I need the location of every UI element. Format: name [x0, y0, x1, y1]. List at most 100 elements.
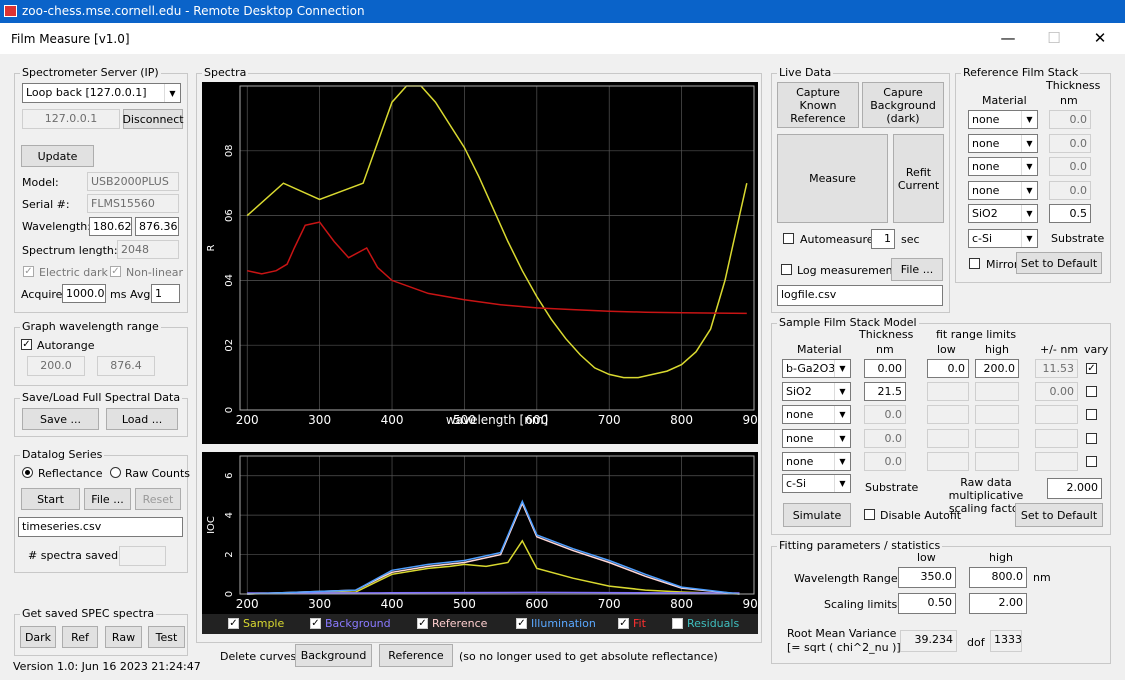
- raw-counts-radio[interactable]: [110, 467, 121, 478]
- mirror-checkbox[interactable]: [969, 258, 980, 269]
- sample-thickness-field[interactable]: 21.5: [864, 382, 906, 402]
- fit-low-field[interactable]: 0.0: [927, 359, 969, 378]
- spectra-saved-label: # spectra saved:: [28, 549, 122, 562]
- legend-item-residuals[interactable]: Residuals: [672, 617, 739, 630]
- residuals-checkbox[interactable]: [672, 618, 683, 629]
- ref-thickness-field[interactable]: 0.5: [1049, 204, 1091, 223]
- illumination-checkbox[interactable]: ✓: [516, 618, 527, 629]
- ref-material-select[interactable]: none ▼: [968, 157, 1038, 176]
- dark-button[interactable]: Dark: [20, 626, 56, 648]
- refit-current-button[interactable]: Refit Current: [893, 134, 944, 223]
- ref-material-select[interactable]: SiO2 ▼: [968, 204, 1038, 223]
- reset-button[interactable]: Reset: [135, 488, 181, 510]
- vary-checkbox[interactable]: ✓: [1086, 363, 1097, 374]
- reflectance-radio[interactable]: [22, 467, 33, 478]
- measure-button[interactable]: Measure: [777, 134, 888, 223]
- sample-checkbox[interactable]: ✓: [228, 618, 239, 629]
- autorange-checkbox[interactable]: ✓: [21, 339, 32, 350]
- spectrum-length-field: 2048: [117, 240, 179, 259]
- series-line: [247, 539, 740, 595]
- intensity-chart[interactable]: 200 300 400 500 600 700 800 900 0 2 4 6 IOC: [202, 452, 758, 614]
- log-file-button[interactable]: File ...: [891, 258, 943, 281]
- sample-substrate-value: c-Si: [786, 477, 807, 490]
- datalog-file-button[interactable]: File ...: [84, 488, 131, 510]
- sample-substrate-select[interactable]: c-Si ▼: [782, 474, 851, 493]
- sample-set-default-button[interactable]: Set to Default: [1015, 503, 1103, 527]
- legend-item-illumination[interactable]: ✓ Illumination: [516, 617, 596, 630]
- scale-high-field[interactable]: 2.00: [969, 593, 1027, 614]
- y-tick-label: 0: [224, 407, 235, 413]
- vary-checkbox[interactable]: [1086, 409, 1097, 421]
- fit-high-field: [975, 382, 1019, 402]
- acquire-field[interactable]: 1000.00: [62, 284, 106, 303]
- dof-label: dof: [967, 636, 985, 649]
- capture-known-reference-button[interactable]: Capture Known Reference: [777, 82, 859, 128]
- electric-dark-label: Electric dark: [39, 266, 108, 279]
- sample-material-select[interactable]: none ▼: [782, 405, 851, 425]
- electric-dark-checkbox[interactable]: ✓: [23, 266, 34, 277]
- avg-field[interactable]: 1: [151, 284, 180, 303]
- legend-item-background[interactable]: ✓ Background: [310, 617, 391, 630]
- vary-checkbox[interactable]: [1086, 455, 1097, 467]
- plot-frame: [239, 85, 755, 411]
- test-button[interactable]: Test: [148, 626, 185, 648]
- sample-material-header: Material: [797, 343, 842, 356]
- ref-material-select[interactable]: none ▼: [968, 180, 1038, 200]
- wl-min-field[interactable]: 180.62: [89, 217, 132, 236]
- save-button[interactable]: Save ...: [22, 408, 99, 430]
- wavelength-range-label: Wavelength Range: [794, 572, 898, 585]
- legend-item-sample[interactable]: ✓ Sample: [228, 617, 284, 630]
- log-measurements-checkbox[interactable]: [781, 264, 792, 275]
- sample-thickness-field[interactable]: 0.00: [864, 359, 906, 378]
- vary-checkbox[interactable]: [1086, 432, 1097, 444]
- update-button[interactable]: Update: [21, 145, 94, 167]
- delete-background-button[interactable]: Background: [295, 644, 372, 667]
- ref-material-value: none: [972, 183, 1000, 197]
- wl-high-field[interactable]: 800.0: [969, 567, 1027, 588]
- scaling-factor-field[interactable]: 2.000: [1047, 478, 1102, 499]
- ref-material-select[interactable]: none ▼: [968, 110, 1038, 129]
- non-linear-checkbox[interactable]: ✓: [110, 266, 121, 277]
- group-title: Live Data: [777, 66, 834, 79]
- ref-substrate-select[interactable]: c-Si ▼: [968, 229, 1038, 248]
- server-select[interactable]: Loop back [127.0.0.1] ▼: [22, 83, 181, 103]
- chevron-down-icon: ▼: [1021, 111, 1037, 128]
- timeseries-file-field[interactable]: timeseries.csv: [18, 517, 183, 537]
- sample-material-select[interactable]: none ▼: [782, 428, 851, 448]
- sample-material-select[interactable]: SiO2 ▼: [782, 382, 851, 402]
- background-checkbox[interactable]: ✓: [310, 618, 321, 629]
- scale-low-field[interactable]: 0.50: [898, 593, 956, 614]
- serial-label: Serial #:: [22, 198, 70, 211]
- automeasure-interval-field[interactable]: 1: [871, 229, 895, 249]
- fit-checkbox[interactable]: ✓: [618, 618, 629, 629]
- wl-max-field[interactable]: 876.36: [135, 217, 179, 236]
- delete-reference-button[interactable]: Reference: [379, 644, 453, 667]
- disable-autofit-checkbox[interactable]: [864, 509, 875, 520]
- legend-label: Background: [325, 617, 391, 630]
- reference-checkbox[interactable]: ✓: [417, 618, 428, 629]
- ref-button[interactable]: Ref: [62, 626, 98, 648]
- automeasure-checkbox[interactable]: [783, 233, 794, 244]
- disconnect-button[interactable]: Disconnect: [122, 109, 184, 129]
- close-icon[interactable]: ✕: [1080, 27, 1120, 49]
- raw-button[interactable]: Raw: [105, 626, 142, 648]
- ref-material-select[interactable]: none ▼: [968, 133, 1038, 153]
- reflectance-chart[interactable]: 200300400500600700800900002040608Rwavele…: [202, 82, 758, 444]
- sample-material-value: none: [786, 454, 814, 468]
- vary-checkbox[interactable]: [1086, 386, 1097, 398]
- simulate-button[interactable]: Simulate: [783, 503, 851, 527]
- legend-item-reference[interactable]: ✓ Reference: [417, 617, 487, 630]
- fit-low-field: [927, 405, 969, 425]
- capture-background-button[interactable]: Capure Background (dark): [862, 82, 944, 128]
- wl-low-field[interactable]: 350.0: [898, 567, 956, 588]
- ref-set-default-button[interactable]: Set to Default: [1016, 252, 1102, 274]
- legend-item-fit[interactable]: ✓ Fit: [618, 617, 646, 630]
- start-button[interactable]: Start: [21, 488, 80, 510]
- sample-material-select[interactable]: none ▼: [782, 451, 851, 471]
- minimize-icon[interactable]: —: [988, 27, 1028, 49]
- maximize-icon[interactable]: ☐: [1034, 27, 1074, 49]
- sample-material-select[interactable]: b-Ga2O3 ▼: [782, 359, 851, 378]
- fit-high-field[interactable]: 200.0: [975, 359, 1019, 378]
- load-button[interactable]: Load ...: [106, 408, 178, 430]
- logfile-field[interactable]: logfile.csv: [777, 285, 943, 306]
